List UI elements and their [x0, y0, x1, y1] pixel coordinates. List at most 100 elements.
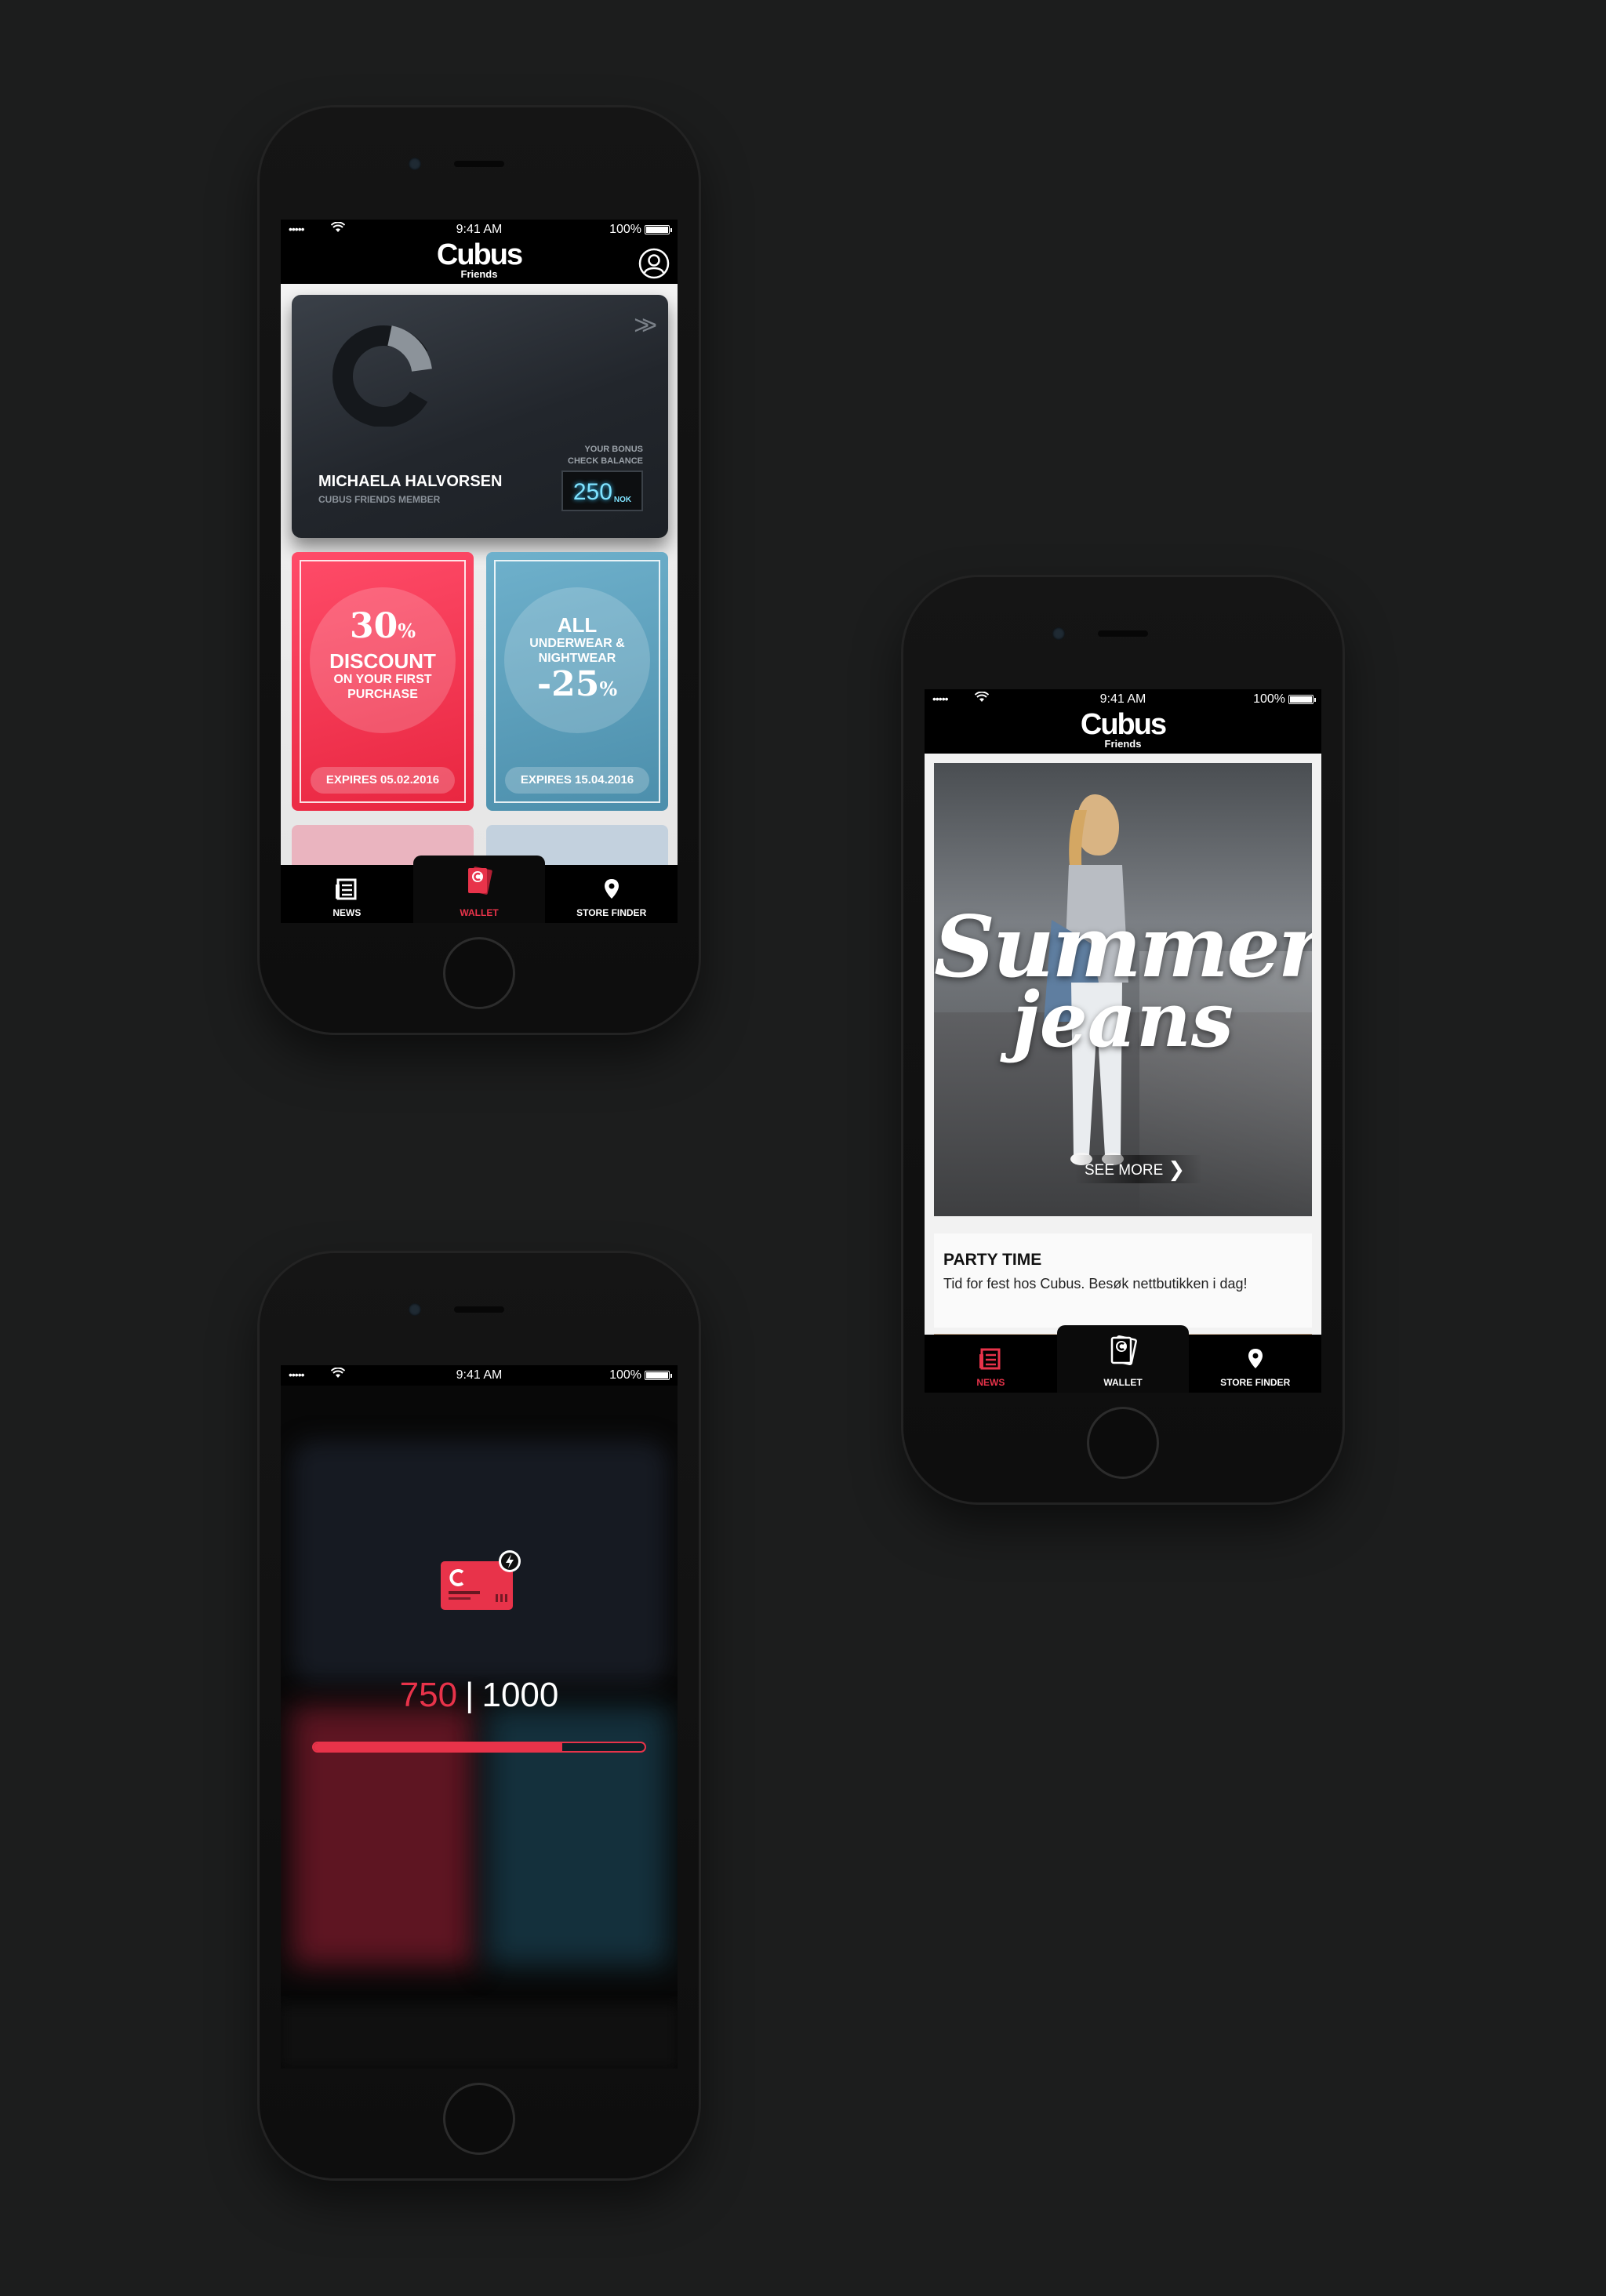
- wallet-screen: ••••• 9:41 AM 100% Cubus Friends >> MICH…: [281, 220, 678, 923]
- coupon-percent: %: [398, 619, 416, 642]
- battery-status: 100%: [609, 223, 672, 237]
- news-icon: [336, 878, 357, 900]
- wallet-icon: [468, 866, 492, 895]
- bonus-current: 750: [399, 1676, 458, 1714]
- bonus-label-2: CHECK BALANCE: [568, 456, 643, 466]
- bonus-progress-bar: [312, 1742, 646, 1753]
- coupon-underwear[interactable]: ALL UNDERWEAR & NIGHTWEAR -25% EXPIRES 1…: [486, 552, 668, 811]
- coupon-discount: DISCOUNT: [329, 649, 436, 673]
- card-c-logo-icon: [332, 325, 432, 427]
- tab-store-finder-label: STORE FINDER: [1220, 1377, 1291, 1388]
- camera: [409, 158, 421, 170]
- news-item-text: Tid for fest hos Cubus. Besøk nettbutikk…: [943, 1276, 1248, 1292]
- wallet-content: >> MICHAELA HALVORSEN CUBUS FRIENDS MEMB…: [281, 284, 678, 865]
- chevron-right-icon: ❯: [1168, 1157, 1186, 1181]
- coupon-circle: ALL UNDERWEAR & NIGHTWEAR -25%: [504, 587, 650, 733]
- coupon-circle: 30% DISCOUNT ON YOUR FIRST PURCHASE: [310, 587, 456, 733]
- news-screen: ••••• 9:41 AM 100% Cubus Friends Summer …: [925, 689, 1321, 1393]
- battery-icon: [645, 1371, 672, 1380]
- tab-news-label: NEWS: [976, 1377, 1005, 1388]
- blurred-tabbar: [281, 2006, 678, 2069]
- tab-store-finder-label: STORE FINDER: [576, 907, 647, 918]
- news-content: Summer jeans SEE MORE ❯ PARTY TIME Tid fo…: [925, 754, 1321, 1335]
- bonus-counter: 750 | 1000: [281, 1676, 678, 1715]
- coupon-desc-1: UNDERWEAR &: [529, 637, 625, 650]
- logo-word: Cubus: [436, 238, 523, 271]
- card-flash-icon: [441, 1550, 521, 1610]
- tab-bar: NEWS WALLET STORE FINDER: [281, 856, 678, 923]
- tab-bar: NEWS WALLET STORE FINDER: [925, 1325, 1321, 1393]
- battery-percent: 100%: [1253, 692, 1285, 706]
- coupon-expiry: EXPIRES 15.04.2016: [505, 767, 649, 794]
- bonus-label-1: YOUR BONUS: [584, 445, 643, 454]
- logo-word: Cubus: [1080, 708, 1167, 741]
- counter-separator: |: [465, 1676, 474, 1714]
- nav-bar: Cubus Friends: [925, 710, 1321, 754]
- nav-bar: Cubus Friends: [281, 240, 678, 284]
- bonus-progress-fill: [314, 1743, 562, 1751]
- news-item-title: PARTY TIME: [943, 1251, 1042, 1269]
- tab-store-finder[interactable]: STORE FINDER: [1189, 1335, 1321, 1393]
- status-bar: ••••• 9:41 AM 100%: [281, 1365, 678, 1386]
- battery-icon: [645, 225, 672, 234]
- loading-overlay: 750 | 1000: [281, 1386, 678, 2069]
- speaker: [454, 161, 504, 167]
- hero-banner[interactable]: Summer jeans SEE MORE ❯: [934, 763, 1312, 1216]
- battery-icon: [1288, 695, 1316, 704]
- hero-title: Summer jeans: [934, 904, 1312, 1058]
- member-name: MICHAELA HALVORSEN: [318, 473, 503, 490]
- phone-loading: ••••• 9:41 AM 100% 750 | 1000: [260, 1253, 699, 2178]
- profile-icon[interactable]: [638, 248, 670, 279]
- battery-status: 100%: [609, 1368, 672, 1382]
- loading-screen: ••••• 9:41 AM 100% 750 | 1000: [281, 1365, 678, 2069]
- news-item[interactable]: PARTY TIME Tid for fest hos Cubus. Besøk…: [934, 1233, 1312, 1328]
- phone-wallet: ••••• 9:41 AM 100% Cubus Friends >> MICH…: [260, 107, 699, 1033]
- bonus-value: 250: [572, 479, 612, 505]
- coupon-desc-2: PURCHASE: [347, 688, 418, 701]
- coupon-value: 30: [349, 606, 398, 646]
- tab-news[interactable]: NEWS: [281, 865, 413, 923]
- tab-store-finder[interactable]: STORE FINDER: [545, 865, 678, 923]
- camera: [409, 1303, 421, 1316]
- card-expand-arrow[interactable]: >>: [634, 311, 657, 341]
- bonus-label: YOUR BONUS CHECK BALANCE: [525, 444, 643, 467]
- coupon-desc-1: ON YOUR FIRST: [333, 673, 432, 686]
- tab-wallet-label: WALLET: [460, 907, 499, 918]
- bonus-balance[interactable]: 250 NOK: [561, 470, 643, 511]
- store-pin-icon: [604, 879, 619, 899]
- see-more-button[interactable]: SEE MORE ❯: [1075, 1155, 1203, 1183]
- logo-sub: Friends: [1104, 738, 1142, 750]
- speaker: [1098, 630, 1148, 637]
- store-pin-icon: [1248, 1349, 1263, 1368]
- member-type: CUBUS FRIENDS MEMBER: [318, 494, 441, 505]
- home-button[interactable]: [443, 937, 515, 1009]
- see-more-label: SEE MORE: [1085, 1162, 1164, 1179]
- battery-percent: 100%: [609, 223, 641, 236]
- cubus-logo: Cubus Friends: [281, 240, 678, 279]
- battery-percent: 100%: [609, 1368, 641, 1382]
- wallet-icon: [1110, 1335, 1137, 1366]
- speaker: [454, 1306, 504, 1313]
- tab-news[interactable]: NEWS: [925, 1335, 1057, 1393]
- coupon-percent: %: [599, 678, 618, 700]
- cubus-logo: Cubus Friends: [925, 710, 1321, 749]
- tab-wallet-label: WALLET: [1103, 1377, 1143, 1388]
- phone-news: ••••• 9:41 AM 100% Cubus Friends Summer …: [903, 577, 1343, 1502]
- coupon-value: -25: [536, 664, 600, 704]
- camera: [1052, 627, 1065, 640]
- news-icon: [979, 1348, 1001, 1370]
- coupon-first-purchase[interactable]: 30% DISCOUNT ON YOUR FIRST PURCHASE EXPI…: [292, 552, 474, 811]
- bonus-unit: NOK: [613, 496, 632, 504]
- member-card[interactable]: >> MICHAELA HALVORSEN CUBUS FRIENDS MEMB…: [292, 295, 668, 538]
- status-bar: ••••• 9:41 AM 100%: [925, 689, 1321, 710]
- status-bar: ••••• 9:41 AM 100%: [281, 220, 678, 240]
- home-button[interactable]: [443, 2083, 515, 2155]
- coupon-all: ALL: [557, 613, 598, 637]
- logo-sub: Friends: [460, 268, 498, 280]
- home-button[interactable]: [1087, 1407, 1159, 1479]
- bonus-total: 1000: [481, 1676, 559, 1714]
- tab-news-label: NEWS: [332, 907, 362, 918]
- tab-wallet[interactable]: WALLET: [1056, 1325, 1190, 1393]
- battery-status: 100%: [1253, 692, 1316, 707]
- tab-wallet[interactable]: WALLET: [412, 856, 546, 923]
